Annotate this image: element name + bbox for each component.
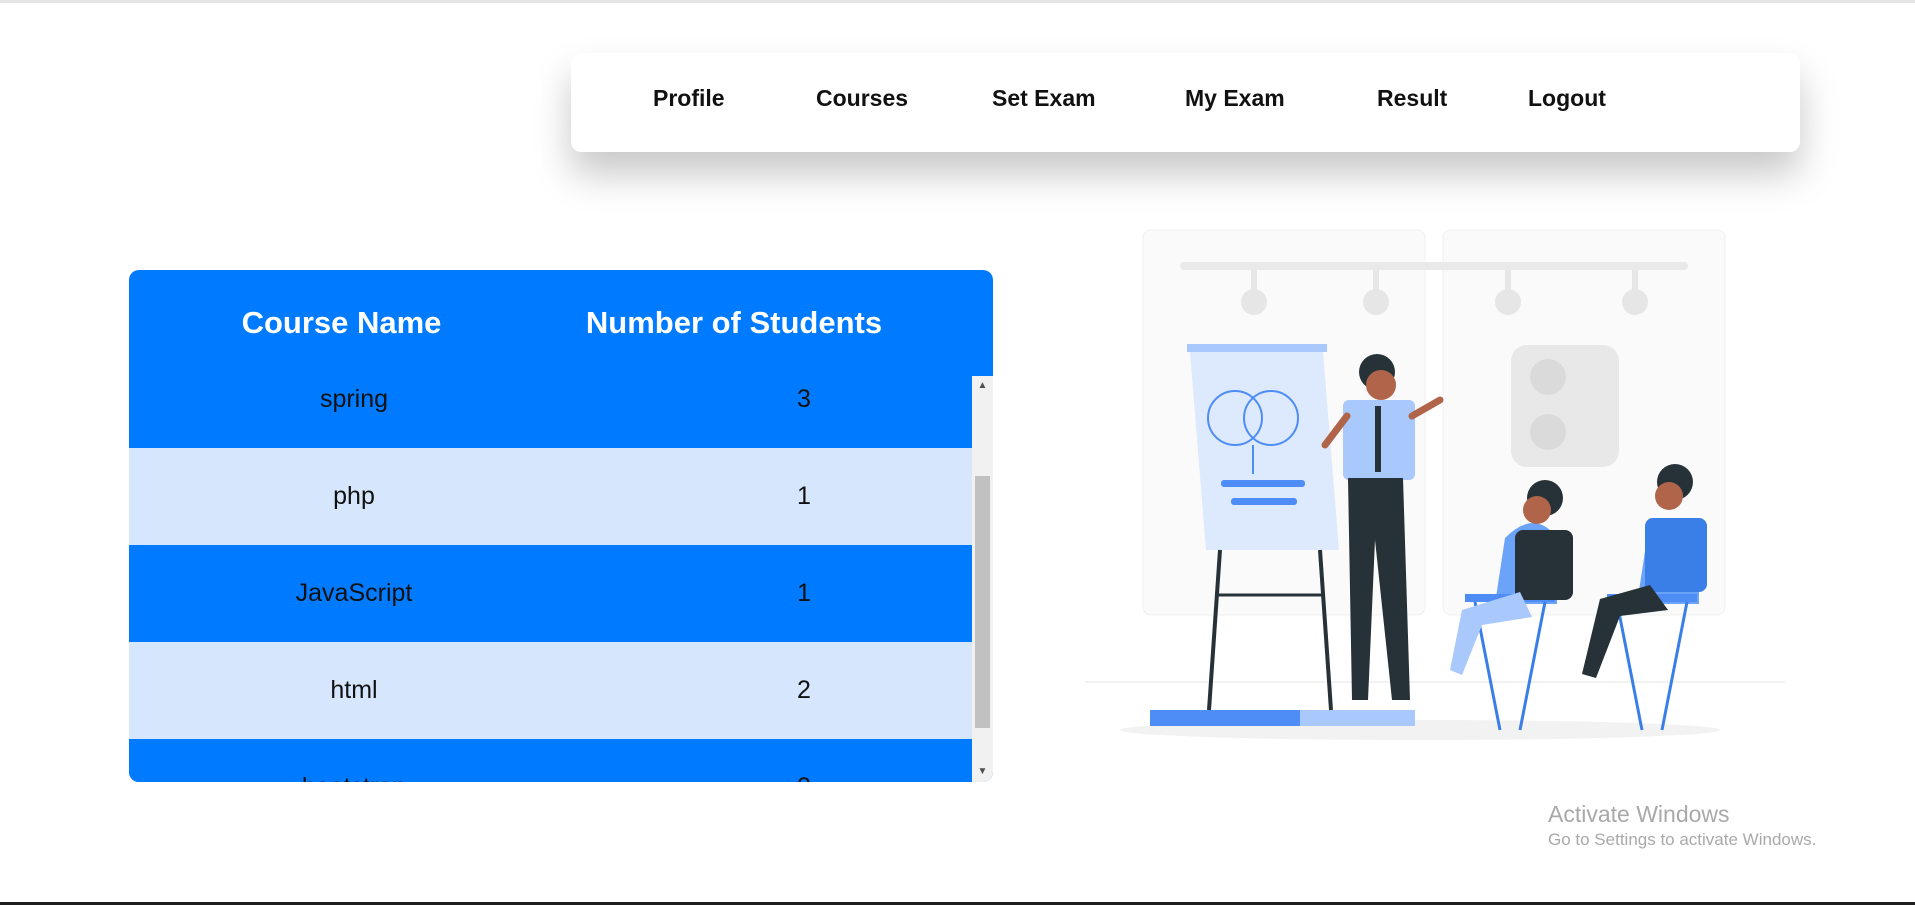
nav-my-exam-link[interactable]: My Exam	[1185, 53, 1285, 152]
student-count-cell: 3	[797, 385, 811, 413]
table-scrollbar[interactable]: ▲ ▼	[972, 376, 993, 782]
nav-result-link[interactable]: Result	[1377, 53, 1447, 152]
table-row: bootstrap 2	[129, 739, 972, 782]
student-count-cell: 2	[797, 676, 811, 704]
table-row: php 1	[129, 448, 972, 545]
nav-profile-link[interactable]: Profile	[653, 53, 725, 152]
column-header-course-name: Course Name	[241, 305, 442, 340]
table-body[interactable]: spring 3 php 1 JavaScript 1 html 2 boots…	[129, 376, 972, 782]
student-count-cell: 1	[797, 482, 811, 510]
nav-set-exam-link[interactable]: Set Exam	[992, 53, 1096, 152]
nav-logout-link[interactable]: Logout	[1528, 53, 1606, 152]
table-header: Course Name Number of Students	[129, 270, 993, 376]
table-row: spring 3	[129, 376, 972, 448]
navbar: Profile Courses Set Exam My Exam Result …	[571, 53, 1800, 152]
course-name-cell: spring	[319, 385, 389, 413]
table-row: JavaScript 1	[129, 545, 972, 642]
presentation-illustration	[1085, 229, 1785, 740]
scroll-down-arrow-icon[interactable]: ▼	[972, 762, 993, 782]
watermark-subtitle: Go to Settings to activate Windows.	[1548, 830, 1817, 849]
table-row: html 2	[129, 642, 972, 739]
course-name-cell: php	[333, 482, 375, 510]
student-count-cell: 2	[774, 739, 834, 782]
nav-courses-link[interactable]: Courses	[816, 53, 908, 152]
courses-table: Course Name Number of Students spring 3 …	[129, 270, 993, 782]
scrollbar-thumb[interactable]	[975, 476, 990, 728]
window-top-edge	[0, 0, 1915, 3]
column-header-number-of-students: Number of Students	[585, 305, 883, 340]
student-count-cell: 1	[797, 579, 811, 607]
course-name-cell: html	[330, 676, 378, 704]
scroll-up-arrow-icon[interactable]: ▲	[972, 376, 993, 396]
course-name-cell: bootstrap	[229, 739, 479, 782]
activate-windows-watermark: Activate Windows Go to Settings to activ…	[1548, 800, 1816, 852]
watermark-title: Activate Windows	[1548, 801, 1730, 827]
course-name-cell: JavaScript	[295, 579, 413, 607]
